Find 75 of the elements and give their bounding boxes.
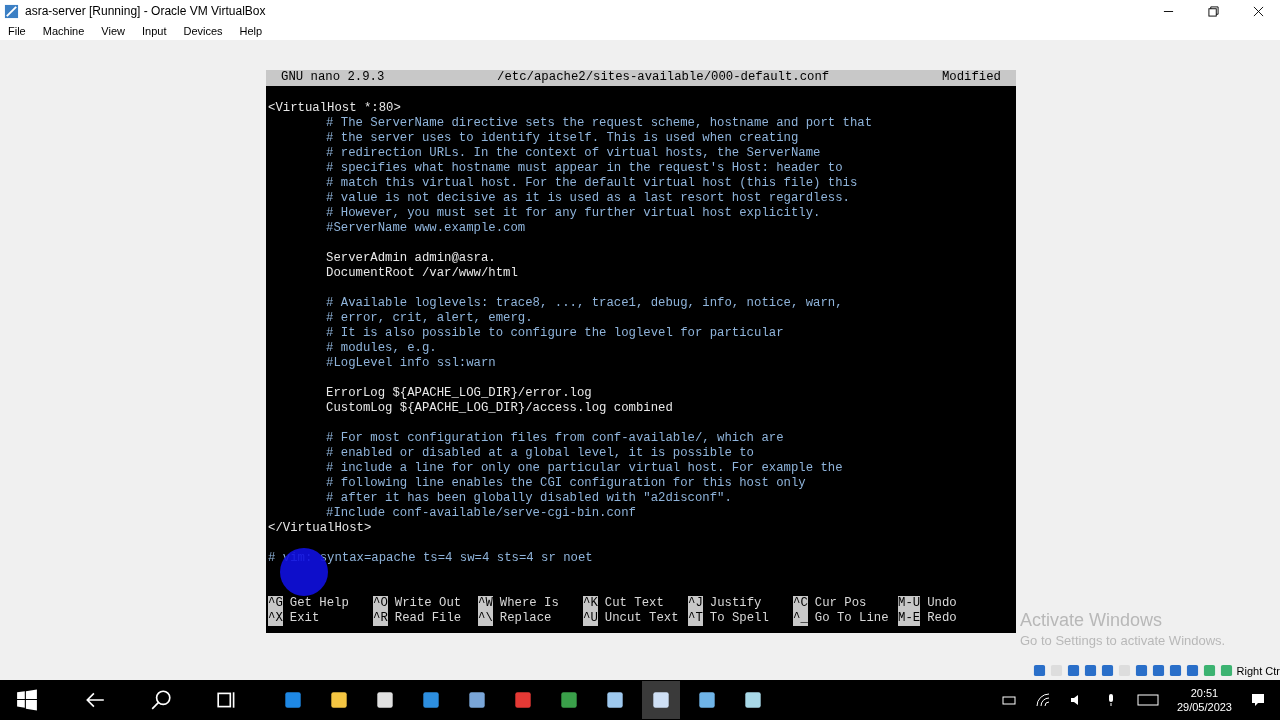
menu-item[interactable]: Devices (183, 25, 223, 37)
code-comment: # after it has been globally disabled with "a2disconf". (326, 491, 732, 505)
keyboard-icon[interactable] (1136, 692, 1159, 708)
menu-item[interactable]: Input (141, 25, 167, 37)
modified-status: Modified (941, 70, 1001, 86)
code-comment: # error, crit, alert, emerg. (326, 311, 533, 325)
code-line: CustomLog ${APACHE_LOG_DIR}/access.log combined (326, 401, 673, 415)
code-comment: # redirection URLs. In the context of virtual hosts, the ServerName (326, 146, 821, 160)
code-comment: # following line enables the CGI configuration for this host only (326, 476, 806, 490)
menu-item[interactable]: Machine (42, 25, 85, 37)
shortcut-key: ^R (373, 611, 388, 626)
code-comment: # the server uses to identify itself. This is used when creating (326, 131, 799, 145)
shortcut-label: Uncut Text (604, 611, 679, 626)
code-comment: # Available loglevels: trace8, ..., trace1, debug, info, notice, warn, (326, 296, 843, 310)
code-comment: # It is also possible to configure the loglevel for particular (326, 326, 784, 340)
search-icon[interactable] (150, 689, 172, 711)
shortcut-key: ^W (478, 596, 493, 611)
shortcut-label: Read File (394, 611, 462, 626)
code-comment: # enabled or disabled at a global level, it is possible to (326, 446, 754, 460)
restore-icon[interactable] (1208, 5, 1219, 17)
code-line: ErrorLog ${APACHE_LOG_DIR}/error.log (326, 386, 592, 400)
menu-item[interactable]: View (101, 25, 125, 37)
shortcut-key: ^G (268, 596, 283, 611)
menu-item[interactable]: Help (239, 25, 263, 37)
shortcut-key: ^_ (793, 611, 808, 626)
shortcut-key: ^T (688, 611, 703, 626)
code-line: ServerAdmin admin@asra. (326, 251, 496, 265)
shortcut-label: Where Is (499, 596, 559, 611)
clock-date[interactable]: 29/05/2023 (1176, 700, 1232, 714)
wifi-icon[interactable] (1034, 692, 1051, 708)
code-comment: #LogLevel info ssl:warn (326, 356, 496, 370)
code-comment: # specifies what hostname must appear in the request's Host: header to (326, 161, 843, 175)
shortcut-key: ^O (373, 596, 388, 611)
shortcut-key: ^K (583, 596, 598, 611)
clock-time[interactable]: 20:51 (1190, 686, 1219, 700)
close-icon[interactable] (1253, 5, 1264, 17)
shortcut-key: M-U (898, 596, 921, 611)
shortcut-label: Undo (927, 596, 957, 611)
code-line: </VirtualHost> (268, 521, 372, 535)
shortcut-label: Write Out (394, 596, 462, 611)
code-comment: # For most configuration files from conf-available/, which are (326, 431, 784, 445)
shortcut-label: Replace (499, 611, 552, 626)
shortcut-key: ^C (793, 596, 808, 611)
menu-item[interactable]: File (8, 25, 26, 37)
code-comment: # However, you must set it for any further virtual host explicitly. (326, 206, 821, 220)
code-comment: #ServerName www.example.com (326, 221, 526, 235)
shortcut-label: Go To Line (814, 611, 889, 626)
shortcut-key: M-E (898, 611, 921, 626)
shortcut-label: Get Help (289, 596, 349, 611)
editor-version: GNU nano 2.9.3 (281, 70, 385, 86)
shortcut-label: Exit (289, 611, 320, 626)
shortcut-label: Cur Pos (814, 596, 867, 611)
activation-title: Activate Windows (1020, 610, 1164, 631)
code-line: DocumentRoot /var/www/html (326, 266, 518, 280)
code-comment: # The ServerName directive sets the request scheme, hostname and port that (326, 116, 873, 130)
notification-icon[interactable] (1250, 692, 1266, 708)
activation-message: Go to Settings to activate Windows. (1020, 633, 1226, 648)
code-comment: # match this virtual host. For the default virtual host (this file) this (326, 176, 858, 190)
host-key-label: Right Ctr (1236, 664, 1280, 677)
shortcut-key: ^U (583, 611, 598, 626)
window-title: asra-server [Running] - Oracle VM VirtualBox (25, 4, 266, 18)
windows-start-icon[interactable] (16, 689, 38, 711)
file-path: /etc/apache2/sites-available/000-default.conf (497, 70, 830, 86)
code-comment: # include a line for only one particular virtual host. For example the (326, 461, 843, 475)
shortcut-label: Justify (709, 596, 762, 611)
shortcut-label: To Spell (709, 611, 769, 626)
code-line: <VirtualHost *:80> (268, 101, 401, 115)
code-comment: # modules, e.g. (326, 341, 437, 355)
shortcut-key: ^J (688, 596, 703, 611)
shortcut-label: Cut Text (604, 596, 664, 611)
code-comment: # value is not decisive as it is used as a last resort host regardless. (326, 191, 850, 205)
shortcut-label: Redo (927, 611, 957, 626)
shortcut-key: ^\ (478, 611, 493, 626)
shortcut-key: ^X (268, 611, 283, 626)
code-comment: #Include conf-available/serve-cgi-bin.conf (326, 506, 636, 520)
